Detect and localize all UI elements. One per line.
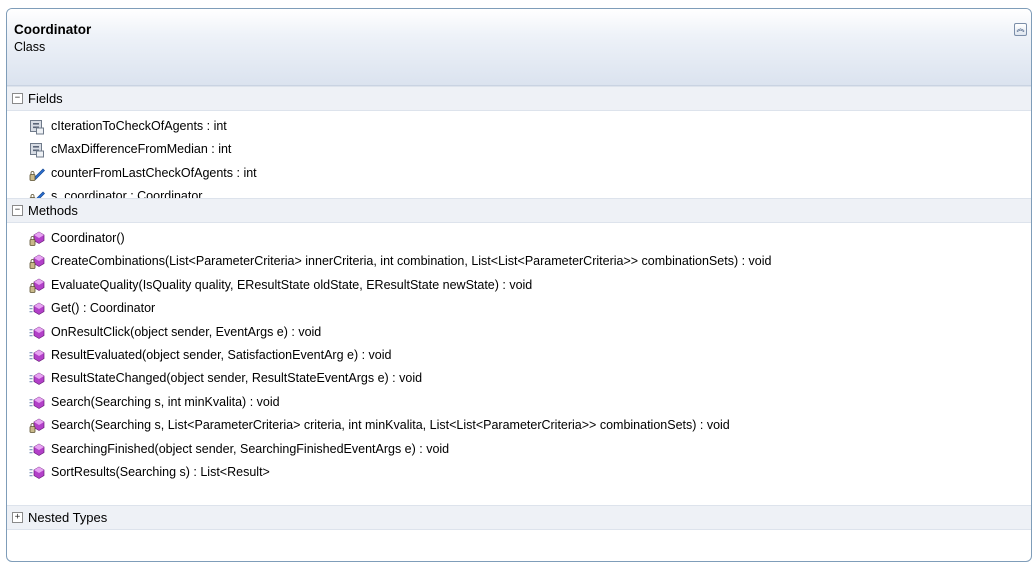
member-signature: SearchingFinished(object sender, Searchi… bbox=[51, 441, 450, 456]
method-row[interactable]: Search(Searching s, List<ParameterCriter… bbox=[7, 414, 1031, 437]
method-row[interactable]: Get() : Coordinator bbox=[7, 297, 1031, 320]
method-row[interactable]: Coordinator() bbox=[7, 227, 1031, 250]
section-label-fields: Fields bbox=[28, 91, 63, 106]
private-method-icon bbox=[29, 278, 45, 294]
member-signature: Coordinator() bbox=[51, 231, 125, 245]
const-field-icon bbox=[29, 142, 45, 158]
public-method-icon bbox=[29, 395, 45, 411]
member-signature: Get() : Coordinator bbox=[51, 301, 156, 316]
member-signature: CreateCombinations(List<ParameterCriteri… bbox=[51, 254, 772, 269]
section-header-methods[interactable]: − Methods bbox=[7, 198, 1031, 223]
section-label-methods: Methods bbox=[28, 203, 78, 218]
public-method-icon bbox=[29, 348, 45, 364]
field-row[interactable]: cMaxDifferenceFromMedian : int bbox=[7, 138, 1031, 161]
section-header-nested-types[interactable]: + Nested Types bbox=[7, 505, 1031, 530]
member-signature: OnResultClick(object sender, EventArgs e… bbox=[51, 324, 322, 339]
double-chevron-up-icon[interactable]: ︽ bbox=[1014, 23, 1027, 36]
method-row[interactable]: OnResultClick(object sender, EventArgs e… bbox=[7, 321, 1031, 344]
class-name: Coordinator bbox=[14, 22, 92, 37]
method-row[interactable]: ResultEvaluated(object sender, Satisfact… bbox=[7, 344, 1031, 367]
class-shape-coordinator[interactable]: Coordinator Class ︽ − Fields cIterationT… bbox=[6, 8, 1032, 562]
member-signature: ResultEvaluated(object sender, Satisfact… bbox=[51, 347, 392, 362]
member-signature: SortResults(Searching s) : List<Result> bbox=[51, 464, 270, 479]
member-signature: Search(Searching s, int minKvalita) : vo… bbox=[51, 394, 280, 409]
public-method-icon bbox=[29, 442, 45, 458]
class-stereotype: Class bbox=[14, 40, 46, 54]
member-signature: EvaluateQuality(IsQuality quality, EResu… bbox=[51, 277, 533, 292]
expand-toggle-nested-types[interactable]: + bbox=[12, 512, 23, 523]
method-row[interactable]: ResultStateChanged(object sender, Result… bbox=[7, 367, 1031, 390]
method-row[interactable]: SortResults(Searching s) : List<Result> bbox=[7, 461, 1031, 484]
member-signature: ResultStateChanged(object sender, Result… bbox=[51, 371, 423, 386]
private-method-icon bbox=[29, 254, 45, 270]
public-method-icon bbox=[29, 301, 45, 317]
public-method-icon bbox=[29, 325, 45, 341]
member-signature: counterFromLastCheckOfAgents : int bbox=[51, 165, 257, 180]
collapse-toggle-methods[interactable]: − bbox=[12, 205, 23, 216]
section-header-fields[interactable]: − Fields bbox=[7, 86, 1031, 111]
member-signature: cMaxDifferenceFromMedian : int bbox=[51, 142, 232, 157]
private-method-icon bbox=[29, 418, 45, 434]
member-signature: Search(Searching s, List<ParameterCriter… bbox=[51, 418, 730, 433]
private-field-icon bbox=[29, 166, 45, 182]
member-signature: cIterationToCheckOfAgents : int bbox=[51, 119, 227, 133]
const-field-icon bbox=[29, 119, 45, 135]
public-method-icon bbox=[29, 371, 45, 387]
method-row[interactable]: EvaluateQuality(IsQuality quality, EResu… bbox=[7, 274, 1031, 297]
field-row[interactable]: counterFromLastCheckOfAgents : int bbox=[7, 162, 1031, 185]
method-row[interactable]: Search(Searching s, int minKvalita) : vo… bbox=[7, 391, 1031, 414]
private-method-icon bbox=[29, 231, 45, 247]
method-row[interactable]: CreateCombinations(List<ParameterCriteri… bbox=[7, 250, 1031, 273]
class-header[interactable]: Coordinator Class ︽ bbox=[7, 9, 1031, 86]
field-row[interactable]: cIterationToCheckOfAgents : int bbox=[7, 115, 1031, 138]
methods-list: Coordinator() CreateCombinations(List<Par… bbox=[7, 223, 1031, 505]
fields-list: cIterationToCheckOfAgents : int cMaxDiffe… bbox=[7, 111, 1031, 205]
method-row[interactable]: SearchingFinished(object sender, Searchi… bbox=[7, 438, 1031, 461]
public-method-icon bbox=[29, 465, 45, 481]
collapse-toggle-fields[interactable]: − bbox=[12, 93, 23, 104]
section-label-nested-types: Nested Types bbox=[28, 510, 108, 525]
